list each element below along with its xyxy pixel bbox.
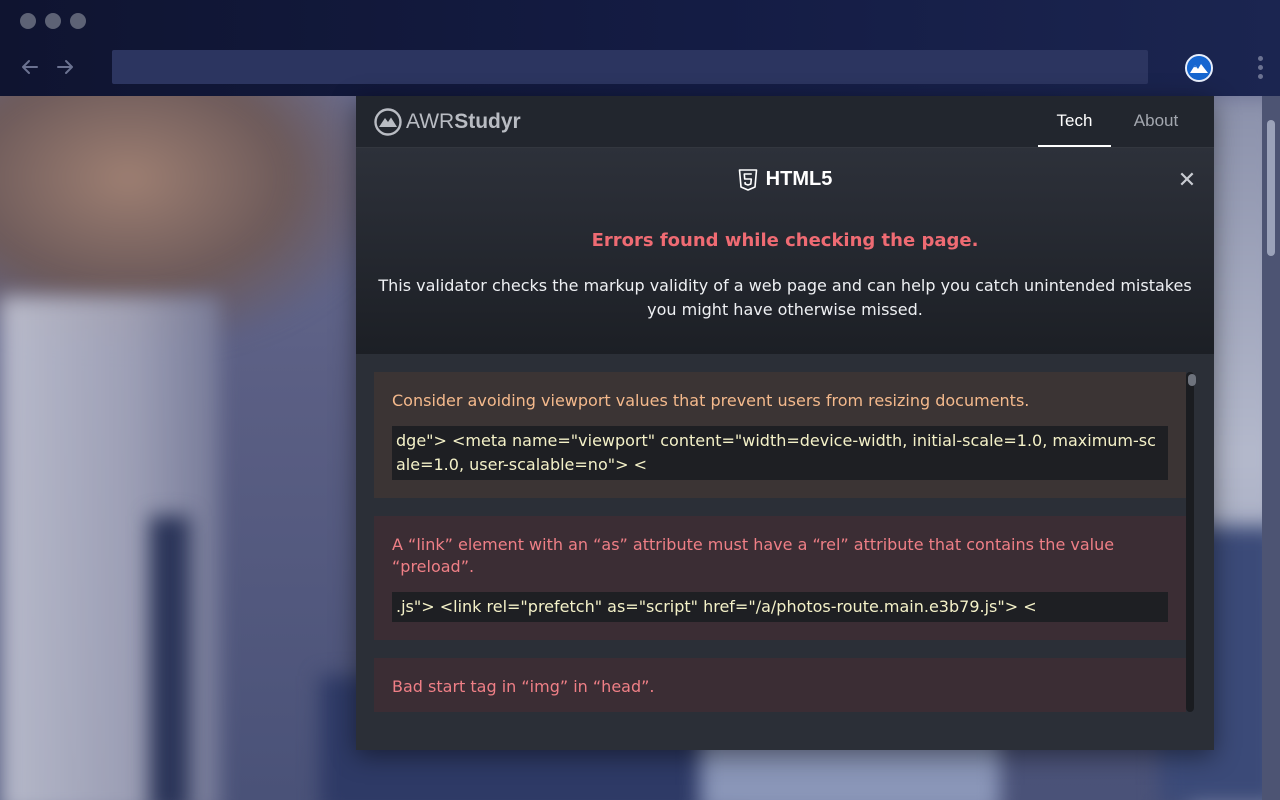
validation-messages-list[interactable]: Consider avoiding viewport values that p… [374,372,1186,712]
messages-scrollbar[interactable] [1186,372,1194,712]
page-scrollbar-thumb[interactable] [1267,120,1275,256]
window-minimize-dot[interactable] [45,13,61,29]
awrstudyr-extension-icon[interactable] [1185,54,1213,82]
panel-title: HTML5 [356,168,1214,191]
message-text: Bad start tag in “img” in “head”. [392,677,655,696]
validator-description: This validator checks the markup validit… [378,276,1192,319]
window-zoom-dot[interactable] [70,13,86,29]
message-code-extract: dge"> <meta name="viewport" content="wid… [392,426,1168,480]
html5-shield-icon [738,168,757,191]
address-bar[interactable] [112,50,1148,84]
kebab-menu-icon[interactable] [1254,56,1266,84]
message-text: Consider avoiding viewport values that p… [392,391,1030,410]
brand-name-light: AWR [406,110,455,133]
validator-popup: AWR Studyr Tech About HTML5 ✕ Errors foun… [356,96,1214,750]
popup-header: AWR Studyr Tech About [356,96,1214,148]
message-code-extract: .js"> <link rel="prefetch" as="script" h… [392,592,1168,622]
result-summary: HTML5 ✕ Errors found while checking the … [356,148,1214,354]
brand-name-bold: Studyr [454,110,521,133]
panel-title-text: HTML5 [765,168,833,190]
error-heading: Errors found while checking the page. [591,230,979,251]
validation-message-warning: Consider avoiding viewport values that p… [374,372,1186,498]
messages-area: Consider avoiding viewport values that p… [356,354,1214,750]
tab-tech[interactable]: Tech [1038,96,1111,147]
browser-toolbar [0,0,1280,96]
validation-message-error: A “link” element with an “as” attribute … [374,516,1186,640]
tab-about[interactable]: About [1118,96,1194,147]
messages-scrollbar-thumb[interactable] [1188,374,1196,386]
brand-logo[interactable]: AWR Studyr [374,108,521,136]
arrow-left-icon[interactable] [19,56,41,78]
message-text: A “link” element with an “as” attribute … [392,535,1115,576]
arrow-right-icon[interactable] [54,56,76,78]
window-close-dot[interactable] [20,13,36,29]
validation-message-error: Bad start tag in “img” in “head”. [374,658,1186,712]
awrstudyr-logo-icon [374,108,402,136]
close-icon[interactable]: ✕ [1176,170,1198,192]
